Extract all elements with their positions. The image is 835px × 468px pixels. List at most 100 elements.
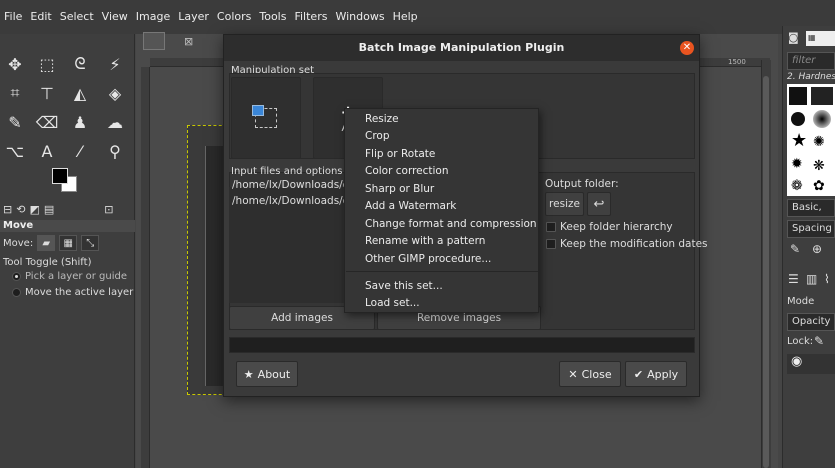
menu-edit[interactable]: Edit [26, 10, 55, 23]
menu-image[interactable]: Image [132, 10, 174, 23]
new-brush-icon[interactable]: ⊕ [812, 242, 822, 256]
color-picker-tool-icon[interactable]: ⁄ [68, 140, 92, 162]
apply-button[interactable]: ✔ Apply [625, 361, 687, 387]
foreground-color-swatch[interactable] [52, 168, 68, 184]
file-row-1[interactable]: /home/lx/Downloads/or [232, 179, 353, 191]
selection-manipulation-button[interactable] [231, 77, 301, 159]
brush-hard-icon[interactable] [789, 87, 807, 105]
menu-item-resize[interactable]: Resize [365, 113, 399, 125]
move-tool-icon[interactable]: ✥ [3, 53, 27, 75]
paintbrush-tool-icon[interactable]: ✎ [3, 111, 27, 133]
brush-soft-icon[interactable] [811, 87, 833, 105]
brush-texture-icon[interactable]: ❋ [813, 158, 825, 174]
paths-tool-icon[interactable]: ⌥ [3, 140, 27, 162]
zoom-tool-icon[interactable]: ⚲ [103, 140, 127, 162]
brush-dots-icon[interactable]: ❁ [791, 178, 803, 194]
channels-tab-icon[interactable]: ▥ [806, 272, 817, 286]
lasso-tool-icon[interactable]: ᘓ [68, 53, 92, 75]
menu-item-other-gimp[interactable]: Other GIMP procedure... [365, 253, 491, 265]
selection-icon [252, 105, 277, 128]
brush-grid[interactable]: ★ ✺ ✹ ❋ ❁ ✿ [787, 84, 835, 196]
smudge-tool-icon[interactable]: ☁ [103, 111, 127, 133]
clone-tool-icon[interactable]: ♟ [68, 111, 92, 133]
fuzzy-select-tool-icon[interactable]: ⚡ [103, 53, 127, 75]
patterns-tab-icon[interactable]: ▦ [806, 31, 835, 46]
brush-fuzzy-icon[interactable] [813, 110, 831, 128]
image-tab-close-icon[interactable]: ⊠ [184, 35, 193, 48]
canvas-scrollbar-thumb[interactable] [763, 76, 769, 468]
menu-help[interactable]: Help [389, 10, 422, 23]
about-button[interactable]: ★ About [236, 361, 298, 387]
radio-move-active-layer[interactable]: Move the active layer [12, 287, 133, 298]
tool-options-title: Move [0, 220, 135, 232]
menu-layer[interactable]: Layer [174, 10, 213, 23]
brush-splatter-icon[interactable]: ✺ [813, 134, 825, 150]
tool-options-tab-icon[interactable]: ⊟ [3, 203, 12, 216]
dialog-close-icon[interactable]: ✕ [680, 41, 694, 55]
image-tab-thumbnail[interactable] [143, 32, 165, 50]
menu-file[interactable]: File [0, 10, 26, 23]
bucket-fill-tool-icon[interactable]: ◈ [103, 82, 127, 104]
menu-filters[interactable]: Filters [290, 10, 331, 23]
menu-item-flip-rotate[interactable]: Flip or Rotate [365, 148, 435, 160]
layer-opacity-field[interactable]: Opacity [787, 313, 835, 331]
brush-grunge-icon[interactable]: ✹ [791, 156, 803, 172]
move-path-mode-icon[interactable]: ⤡ [81, 235, 100, 251]
menu-item-save-set[interactable]: Save this set... [365, 280, 443, 292]
layers-tab-icon[interactable]: ☰ [788, 272, 799, 286]
menu-item-load-set[interactable]: Load set... [365, 297, 420, 309]
close-button[interactable]: ✕ Close [559, 361, 621, 387]
reset-folder-icon[interactable]: ↩ [587, 192, 611, 216]
undo-history-tab-icon[interactable]: ◩ [29, 203, 39, 216]
menu-select[interactable]: Select [56, 10, 98, 23]
star-icon: ★ [243, 367, 254, 381]
tool-toggle-label: Tool Toggle (Shift) [3, 257, 92, 268]
keep-hierarchy-box[interactable] [546, 222, 556, 232]
menu-tools[interactable]: Tools [255, 10, 290, 23]
device-status-tab-icon[interactable]: ⟲ [16, 203, 25, 216]
crop-tool-icon[interactable]: ⌗ [3, 82, 27, 104]
file-row-2[interactable]: /home/lx/Downloads/or [232, 195, 353, 207]
brush-star-icon[interactable]: ★ [791, 132, 807, 150]
transform-tool-icon[interactable]: ⊤ [35, 82, 59, 104]
radio-active-indicator[interactable] [12, 288, 21, 297]
rect-select-tool-icon[interactable]: ⬚ [35, 53, 59, 75]
keep-dates-box[interactable] [546, 239, 556, 249]
move-layer-mode-icon[interactable]: ▰ [37, 235, 56, 251]
tool-options-tabs: ⊟ ⟲ ◩ ▤ ⊡ [0, 200, 135, 218]
radio-pick-label: Pick a layer or guide [25, 271, 128, 282]
lock-pixels-icon[interactable]: ✎ [814, 334, 824, 348]
warp-tool-icon[interactable]: ◭ [68, 82, 92, 104]
move-mode-row: Move: ▰ ▦ ⤡ [3, 235, 100, 251]
brush-speckle-icon[interactable]: ✿ [813, 178, 825, 194]
configure-tab-icon[interactable]: ⊡ [104, 203, 113, 216]
brush-preset-field[interactable]: Basic, [787, 199, 835, 217]
images-tab-icon[interactable]: ▤ [44, 203, 54, 216]
menu-item-watermark[interactable]: Add a Watermark [365, 200, 456, 212]
brush-spacing-field[interactable]: Spacing [787, 220, 835, 238]
move-selection-mode-icon[interactable]: ▦ [59, 235, 78, 251]
input-files-label: Input files and options [231, 166, 343, 177]
menu-view[interactable]: View [98, 10, 132, 23]
menu-item-rename[interactable]: Rename with a pattern [365, 235, 485, 247]
menu-item-change-format[interactable]: Change format and compression [365, 218, 537, 230]
menu-windows[interactable]: Windows [331, 10, 388, 23]
radio-pick-layer[interactable]: Pick a layer or guide [12, 271, 127, 282]
keep-dates-checkbox[interactable]: Keep the modification dates [546, 238, 708, 250]
menu-colors[interactable]: Colors [213, 10, 255, 23]
menu-item-crop[interactable]: Crop [365, 130, 390, 142]
add-manipulation-menu: Resize Crop Flip or Rotate Color correct… [344, 108, 539, 313]
output-folder-button[interactable]: resize [545, 192, 584, 216]
menu-item-color-correction[interactable]: Color correction [365, 165, 449, 177]
eraser-tool-icon[interactable]: ⌫ [35, 111, 59, 133]
paths-tab-icon[interactable]: ⌇ [824, 272, 830, 286]
edit-brush-icon[interactable]: ✎ [790, 242, 800, 256]
layer-visibility-eye-icon[interactable]: ◉ [787, 354, 835, 374]
keep-hierarchy-checkbox[interactable]: Keep folder hierarchy [546, 221, 673, 233]
brushes-tab-icon[interactable]: ◙ [788, 31, 799, 44]
brush-filter-input[interactable]: filter [787, 52, 835, 70]
radio-pick-indicator[interactable] [12, 272, 21, 281]
text-tool-icon[interactable]: A [35, 140, 59, 162]
brush-round-icon[interactable] [791, 112, 805, 126]
menu-item-sharp-blur[interactable]: Sharp or Blur [365, 183, 434, 195]
